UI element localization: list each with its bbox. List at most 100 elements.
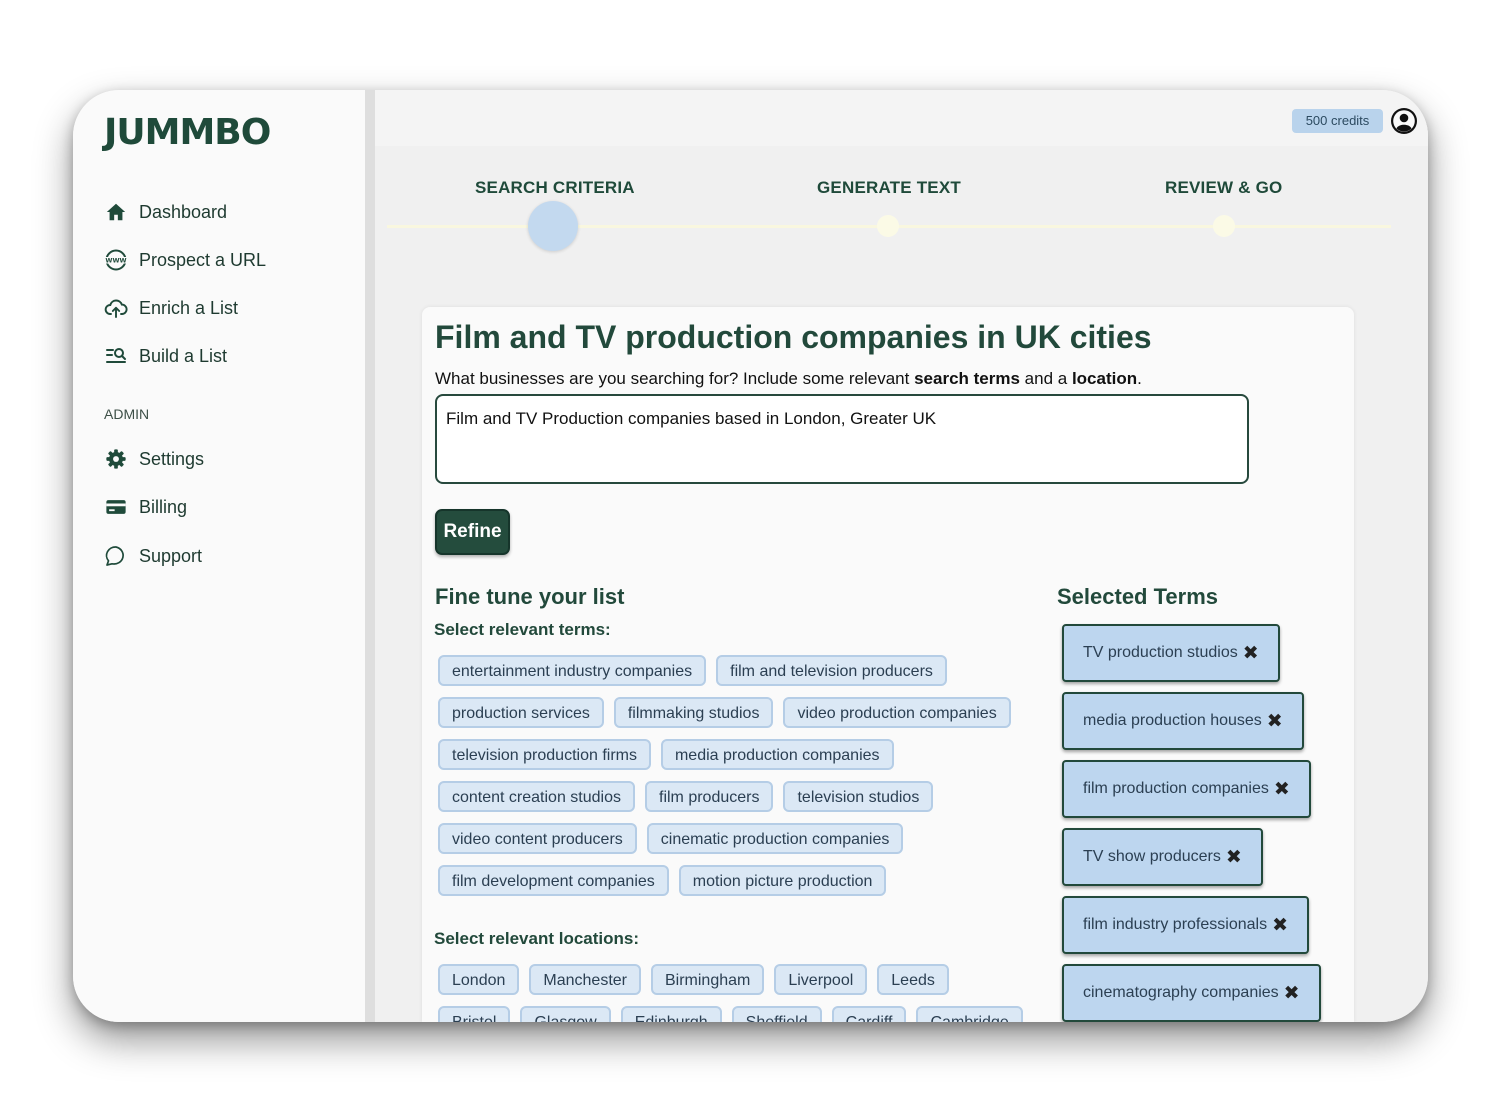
page-title: Film and TV production companies in UK c… — [435, 319, 1152, 355]
sidebar-item-label: Dashboard — [139, 201, 228, 222]
location-chip[interactable]: Manchester — [529, 964, 641, 995]
step-search-criteria-dot[interactable] — [528, 201, 578, 251]
sidebar-item-dashboard[interactable]: Dashboard — [104, 200, 227, 224]
selected-term-row: TV production studios ✖ — [1062, 624, 1342, 692]
main-content: 500 credits SEARCH CRITERIA GENERATE TEX… — [375, 90, 1428, 1022]
remove-term-icon[interactable]: ✖ — [1274, 778, 1290, 801]
sidebar-item-support[interactable]: Support — [104, 544, 202, 568]
selected-terms-heading: Selected Terms — [1057, 584, 1219, 609]
selected-term-chip: TV production studios ✖ — [1062, 624, 1280, 682]
search-prompt: What businesses are you searching for? I… — [435, 369, 1142, 389]
selected-term-chip: film industry professionals ✖ — [1062, 896, 1309, 954]
sidebar: JUMMBO Dashboard WWW Prospect a URL Enri… — [73, 90, 365, 1022]
step-review-go-dot[interactable] — [1213, 215, 1235, 237]
term-chip[interactable]: production services — [438, 697, 604, 728]
user-account-icon[interactable] — [1390, 107, 1418, 135]
selected-term-row: film industry professionals ✖ — [1062, 896, 1342, 964]
selected-term-row: film production companies ✖ — [1062, 760, 1342, 828]
location-chip[interactable]: Edinburgh — [620, 1006, 722, 1022]
selected-term-label: TV show producers — [1083, 848, 1221, 865]
sidebar-item-label: Prospect a URL — [139, 249, 267, 270]
step-generate-text-dot[interactable] — [877, 215, 899, 237]
location-chip[interactable]: Birmingham — [650, 964, 765, 995]
location-chip[interactable]: Cardiff — [831, 1006, 907, 1022]
admin-section-label: ADMIN — [104, 406, 150, 422]
location-chip[interactable]: Sheffield — [731, 1006, 822, 1022]
svg-text:WWW: WWW — [105, 257, 126, 265]
term-chip[interactable]: content creation studios — [438, 781, 635, 812]
sidebar-item-prospect-url[interactable]: WWW Prospect a URL — [104, 248, 266, 272]
sidebar-divider — [365, 90, 375, 1022]
selected-term-row: TV show producers ✖ — [1062, 828, 1342, 896]
list-search-icon — [104, 344, 128, 368]
selected-term-row: cinematography companies ✖ — [1062, 964, 1342, 1022]
step-generate-text-label[interactable]: GENERATE TEXT — [817, 178, 961, 198]
term-chip[interactable]: entertainment industry companies — [438, 655, 707, 686]
term-chip[interactable]: film development companies — [438, 865, 669, 896]
sidebar-item-label: Settings — [139, 448, 205, 469]
terms-heading: Select relevant terms: — [434, 620, 611, 639]
term-chip[interactable]: filmmaking studios — [613, 697, 774, 728]
prompt-text: and a — [1019, 369, 1072, 388]
term-chip[interactable]: television studios — [783, 781, 934, 812]
remove-term-icon[interactable]: ✖ — [1243, 642, 1259, 665]
app-window: JUMMBO Dashboard WWW Prospect a URL Enri… — [73, 90, 1428, 1022]
selected-terms-list: TV production studios ✖ media production h… — [1062, 624, 1342, 1022]
sidebar-item-billing[interactable]: Billing — [104, 495, 187, 519]
selected-term-label: media production houses — [1083, 712, 1262, 729]
remove-term-icon[interactable]: ✖ — [1284, 982, 1300, 1005]
prompt-emphasis-location: location — [1071, 369, 1138, 388]
sidebar-item-settings[interactable]: Settings — [104, 447, 204, 471]
search-input[interactable] — [435, 394, 1249, 484]
term-chip[interactable]: film and television producers — [716, 655, 947, 686]
gear-icon — [104, 447, 128, 471]
term-chip[interactable]: video content producers — [438, 823, 637, 854]
sidebar-item-label: Support — [139, 545, 203, 566]
sidebar-item-build-list[interactable]: Build a List — [104, 344, 227, 368]
logo: JUMMBO — [104, 112, 271, 153]
locations-chip-list: London Manchester Birmingham Liverpool Leeds… — [438, 964, 1028, 1022]
selected-term-label: film production companies — [1083, 780, 1269, 797]
location-chip[interactable]: Bristol — [438, 1006, 511, 1022]
selected-term-label: TV production studios — [1083, 644, 1238, 661]
cloud-upload-icon — [104, 296, 128, 320]
locations-heading: Select relevant locations: — [434, 929, 640, 948]
selected-term-label: film industry professionals — [1083, 916, 1268, 933]
selected-term-chip: media production houses ✖ — [1062, 692, 1304, 750]
selected-term-chip: film production companies ✖ — [1062, 760, 1311, 818]
term-chip[interactable]: media production companies — [660, 739, 894, 770]
remove-term-icon[interactable]: ✖ — [1272, 914, 1288, 937]
prompt-emphasis-search-terms: search terms — [914, 369, 1020, 388]
term-chip[interactable]: motion picture production — [678, 865, 887, 896]
selected-term-chip: TV show producers ✖ — [1062, 828, 1263, 886]
term-chip[interactable]: television production firms — [438, 739, 651, 770]
location-chip[interactable]: Leeds — [877, 964, 949, 995]
sidebar-item-label: Billing — [139, 496, 188, 517]
term-chip[interactable]: video production companies — [783, 697, 1011, 728]
fine-tune-heading: Fine tune your list — [435, 584, 625, 609]
remove-term-icon[interactable]: ✖ — [1226, 846, 1242, 869]
step-review-go-label[interactable]: REVIEW & GO — [1165, 178, 1282, 198]
selected-term-row: media production houses ✖ — [1062, 692, 1342, 760]
home-icon — [104, 200, 128, 224]
sidebar-item-enrich-list[interactable]: Enrich a List — [104, 296, 238, 320]
location-chip[interactable]: London — [438, 964, 520, 995]
selected-term-chip: cinematography companies ✖ — [1062, 964, 1321, 1022]
refine-button[interactable]: Refine — [435, 509, 510, 555]
chat-bubble-icon — [104, 544, 128, 568]
location-chip[interactable]: Glasgow — [520, 1006, 611, 1022]
terms-chip-list: entertainment industry companies film and… — [438, 655, 1028, 896]
top-bar: 500 credits — [375, 90, 1428, 146]
selected-term-label: cinematography companies — [1083, 984, 1279, 1001]
prompt-text: . — [1137, 369, 1142, 388]
term-chip[interactable]: film producers — [645, 781, 774, 812]
sidebar-item-label: Build a List — [139, 345, 228, 366]
globe-www-icon: WWW — [104, 248, 128, 272]
term-chip[interactable]: cinematic production companies — [646, 823, 904, 854]
credits-badge: 500 credits — [1292, 109, 1383, 133]
remove-term-icon[interactable]: ✖ — [1267, 710, 1283, 733]
credit-card-icon — [104, 495, 128, 519]
location-chip[interactable]: Liverpool — [774, 964, 868, 995]
step-search-criteria-label[interactable]: SEARCH CRITERIA — [475, 178, 635, 198]
location-chip[interactable]: Cambridge — [916, 1006, 1023, 1022]
